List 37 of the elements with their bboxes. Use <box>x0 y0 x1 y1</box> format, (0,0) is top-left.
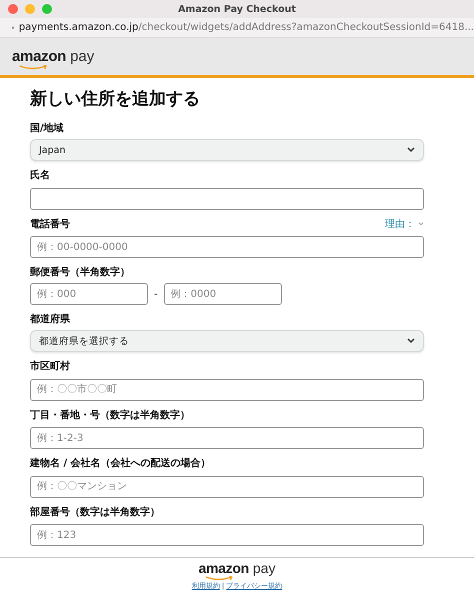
input-field[interactable]: 例：0000 <box>164 283 282 305</box>
chevron-down-icon <box>407 147 415 153</box>
field-label: 丁目・番地・号（数字は半角数字） <box>30 408 190 422</box>
url-text: payments.amazon.co.jp/checkout/widgets/addAddress?amazonCheckoutSessionId=6418... <box>18 22 474 33</box>
field-label: 部屋番号（数字は半角数字） <box>30 505 160 518</box>
input-field[interactable]: 例：00-0000-0000 <box>30 236 424 258</box>
select-field[interactable]: 都道府県を選択する <box>30 330 424 352</box>
field-label: 市区町村 <box>30 359 70 373</box>
logo-text: pay <box>70 48 94 65</box>
select-field[interactable]: Japan <box>30 139 424 161</box>
smile-arrow-icon <box>18 65 50 70</box>
minimize-icon[interactable] <box>25 4 35 14</box>
field-label: 国/地域 <box>30 122 64 135</box>
smile-arrow-icon <box>204 576 234 581</box>
input-field[interactable]: 例：〇〇市〇〇町 <box>30 378 424 400</box>
chevron-down-icon <box>407 338 415 344</box>
page-heading: 新しい住所を追加する <box>30 88 201 111</box>
logo-text: amazon <box>198 560 249 576</box>
separator-text: - <box>154 288 158 300</box>
input-field[interactable] <box>30 188 424 210</box>
field-label: 電話番号 <box>30 218 70 230</box>
caret-icon <box>418 222 424 226</box>
input-field[interactable]: 例：000 <box>30 283 148 305</box>
address-bar[interactable]: payments.amazon.co.jp/checkout/widgets/addAddress?amazonCheckoutSessionId=6418... <box>0 18 474 38</box>
input-field[interactable]: 例：〇〇マンション <box>30 476 424 498</box>
logo-text: pay <box>252 560 276 576</box>
field-label: 建物名 / 会社名（会社への配送の場合） <box>30 456 211 470</box>
logo-text: amazon <box>12 48 66 65</box>
window-title: Amazon Pay Checkout <box>178 4 296 14</box>
input-field[interactable]: 例：1-2-3 <box>30 427 424 449</box>
close-icon[interactable] <box>8 4 18 14</box>
input-field[interactable]: 例：123 <box>30 524 424 546</box>
field-label: 都道府県 <box>30 312 70 326</box>
maximize-icon[interactable] <box>42 4 52 14</box>
field-label: 氏名 <box>30 168 50 182</box>
reason-link[interactable]: 理由： <box>385 216 424 230</box>
field-label: 郵便番号（半角数字） <box>30 265 130 279</box>
